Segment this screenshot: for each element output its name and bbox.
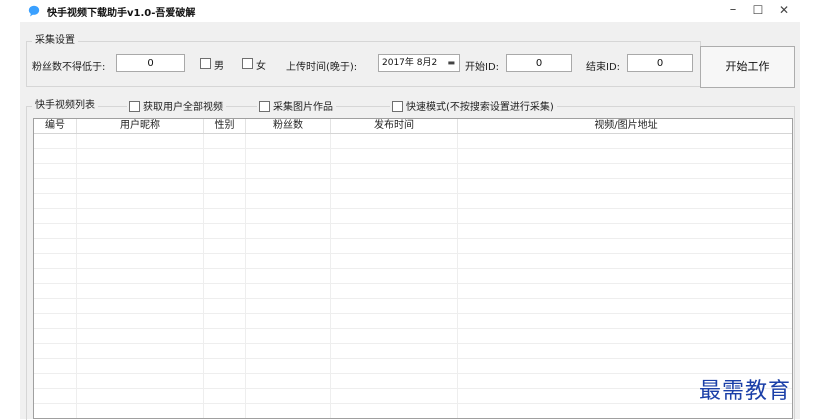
- dropdown-arrow-icon: ▬: [447, 58, 455, 67]
- table-row: [34, 254, 792, 269]
- table-row: [34, 209, 792, 224]
- close-button[interactable]: ✕: [772, 1, 796, 19]
- end-id-input[interactable]: 0: [627, 54, 693, 72]
- all-user-videos-label: 获取用户全部视频: [143, 102, 223, 113]
- collect-images-checkbox[interactable]: [259, 101, 270, 112]
- min-fans-input[interactable]: 0: [116, 54, 185, 72]
- column-divider: [457, 134, 458, 418]
- male-checkbox[interactable]: [200, 58, 211, 69]
- column-divider: [245, 134, 246, 418]
- column-divider: [203, 134, 204, 418]
- table-row: [34, 314, 792, 329]
- table-row: [34, 224, 792, 239]
- table-row: [34, 179, 792, 194]
- table-row: [34, 344, 792, 359]
- fast-mode-label: 快速模式(不按搜索设置进行采集): [406, 102, 554, 113]
- video-list-table[interactable]: 编号 用户昵称 性别 粉丝数 发布时间 视频/图片地址: [33, 118, 793, 419]
- table-row: [34, 164, 792, 179]
- table-row: [34, 269, 792, 284]
- table-row: [34, 374, 792, 389]
- female-checkbox[interactable]: [242, 58, 253, 69]
- female-label: 女: [256, 61, 266, 72]
- table-row: [34, 329, 792, 344]
- column-divider: [330, 134, 331, 418]
- table-row: [34, 389, 792, 404]
- table-row: [34, 149, 792, 164]
- collect-images-label: 采集图片作品: [273, 102, 333, 113]
- minimize-button[interactable]: –: [721, 1, 745, 19]
- window-title: 快手视频下载助手v1.0-吾爱破解: [47, 8, 196, 19]
- option-collect-images[interactable]: 采集图片作品: [257, 101, 336, 114]
- table-row: [34, 194, 792, 209]
- column-header-id[interactable]: 编号: [34, 119, 77, 133]
- upload-time-value: 2017年 8月2: [382, 58, 438, 68]
- table-body: [34, 134, 792, 418]
- option-all-user-videos[interactable]: 获取用户全部视频: [127, 101, 226, 114]
- table-header: 编号 用户昵称 性别 粉丝数 发布时间 视频/图片地址: [34, 119, 792, 134]
- upload-time-label: 上传时间(晚于):: [286, 62, 358, 73]
- end-id-label: 结束ID:: [586, 62, 621, 73]
- watermark-text: 最需教育: [699, 379, 792, 404]
- table-row: [34, 134, 792, 149]
- column-header-fans[interactable]: 粉丝数: [246, 119, 331, 133]
- male-label: 男: [214, 61, 224, 72]
- column-header-url[interactable]: 视频/图片地址: [458, 119, 792, 133]
- min-fans-label: 粉丝数不得低于:: [32, 62, 106, 73]
- table-row: [34, 404, 792, 418]
- title-bar: 快手视频下载助手v1.0-吾爱破解 – ☐ ✕: [20, 0, 800, 22]
- column-divider: [76, 134, 77, 418]
- all-user-videos-checkbox[interactable]: [129, 101, 140, 112]
- column-header-publish-time[interactable]: 发布时间: [331, 119, 458, 133]
- table-row: [34, 359, 792, 374]
- option-fast-mode[interactable]: 快速模式(不按搜索设置进行采集): [390, 101, 557, 114]
- fast-mode-checkbox[interactable]: [392, 101, 403, 112]
- table-row: [34, 239, 792, 254]
- start-work-button[interactable]: 开始工作: [700, 46, 795, 88]
- upload-time-picker[interactable]: 2017年 8月2 ▬: [378, 54, 460, 72]
- app-bubble-icon: [28, 5, 40, 17]
- app-window: 快手视频下载助手v1.0-吾爱破解 – ☐ ✕ 采集设置 粉丝数不得低于: 0 …: [20, 0, 800, 420]
- table-row: [34, 284, 792, 299]
- table-row: [34, 299, 792, 314]
- start-id-input[interactable]: 0: [506, 54, 572, 72]
- column-header-nickname[interactable]: 用户昵称: [77, 119, 204, 133]
- video-list-legend: 快手视频列表: [35, 100, 95, 111]
- maximize-button[interactable]: ☐: [746, 1, 770, 19]
- column-header-gender[interactable]: 性别: [204, 119, 246, 133]
- start-id-label: 开始ID:: [465, 62, 500, 73]
- collect-settings-legend: 采集设置: [35, 35, 75, 46]
